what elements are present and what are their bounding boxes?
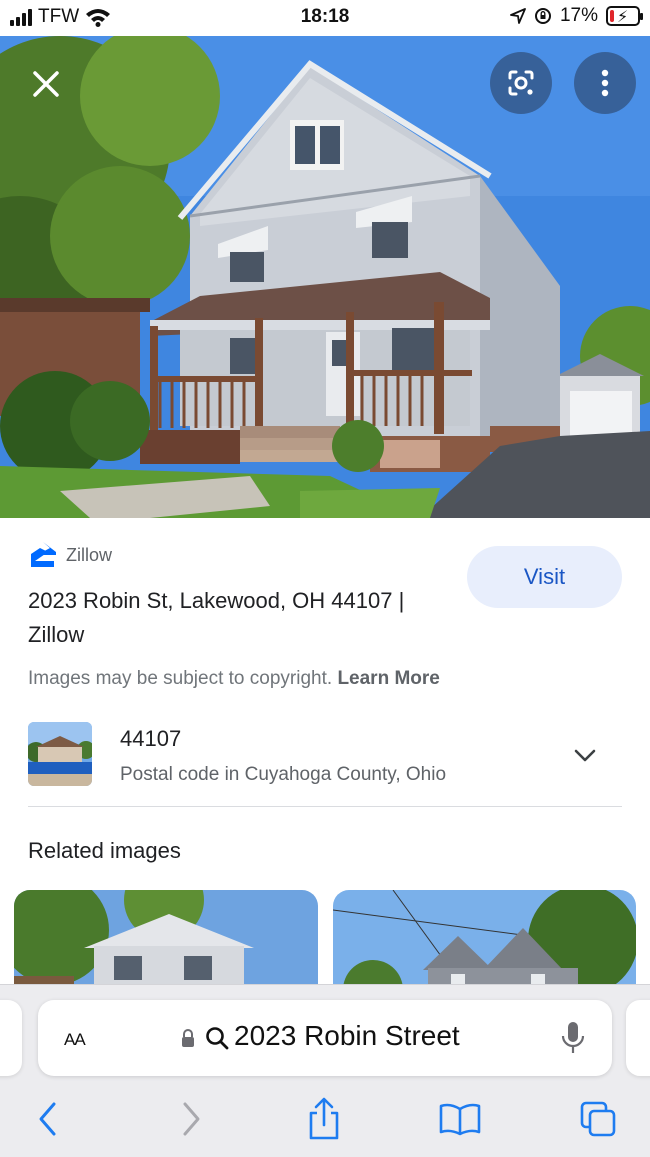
address-bar[interactable]: AA 2023 Robin Street [38,1000,612,1076]
status-right: 17% ⚡ [510,5,643,27]
lock-icon [182,1029,194,1047]
entity-thumbnail [28,722,92,786]
browser-toolbar [0,1085,650,1155]
previous-tab-preview[interactable] [0,1000,22,1076]
google-lens-icon [508,70,534,96]
house-photo [0,36,650,518]
tabs-icon [580,1101,616,1137]
entity-card[interactable]: 44107 Postal code in Cuyahoga County, Oh… [28,722,622,786]
close-button[interactable] [26,64,66,104]
bookmarks-icon [439,1103,481,1136]
close-icon [33,71,59,97]
source-name: Zillow [66,544,113,565]
image-preview[interactable] [0,36,650,518]
result-title[interactable]: 2023 Robin St, Lakewood, OH 44107 | Zill… [28,584,448,652]
tabs-button[interactable] [576,1097,620,1141]
related-images-heading: Related images [28,838,181,863]
forward-icon [183,1102,200,1136]
page-settings-button[interactable]: AA [64,1024,86,1052]
source-row[interactable]: Zillow [28,540,112,570]
orientation-lock-icon [534,8,551,24]
back-button[interactable] [27,1097,71,1141]
forward-button[interactable] [168,1097,212,1141]
microphone-icon[interactable] [560,1020,586,1056]
charging-bolt-icon: ⚡ [617,9,629,26]
search-icon [206,1027,229,1050]
back-icon [39,1102,56,1136]
status-bar: TFW 18:18 17% ⚡ [0,0,650,36]
share-icon [309,1097,339,1140]
battery-level-fill [610,10,614,22]
divider [28,806,622,807]
zillow-logo-icon [31,542,56,567]
browser-bottom-bar: AA 2023 Robin Street [0,984,650,1157]
battery-charging-icon: ⚡ [606,6,643,26]
entity-title: 44107 [120,726,182,751]
chevron-down-icon[interactable] [570,740,600,770]
location-icon [510,8,526,24]
learn-more-link[interactable]: Learn More [337,668,439,689]
google-lens-button[interactable] [490,52,552,114]
url-text[interactable]: 2023 Robin Street [234,1020,460,1052]
copyright-text: Images may be subject to copyright. [28,668,333,689]
more-options-button[interactable] [574,52,636,114]
bookmarks-button[interactable] [438,1097,482,1141]
aa-label: AA [64,1030,86,1049]
copyright-notice: Images may be subject to copyright. Lear… [28,668,440,690]
more-vertical-icon [601,69,609,97]
entity-subtitle: Postal code in Cuyahoga County, Ohio [120,764,447,785]
visit-button[interactable]: Visit [467,546,622,608]
battery-percent: 17% [559,5,598,26]
share-button[interactable] [302,1097,346,1141]
next-tab-preview[interactable] [626,1000,650,1076]
